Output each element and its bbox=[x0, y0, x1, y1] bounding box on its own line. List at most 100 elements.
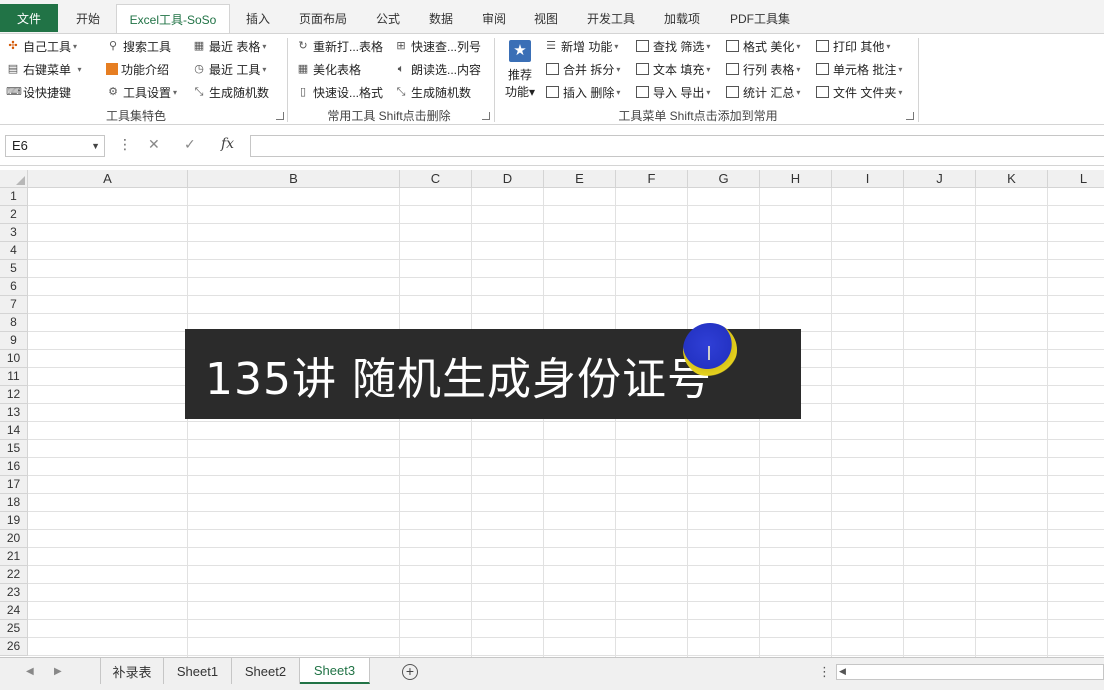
tab-home[interactable]: 开始 bbox=[62, 4, 114, 32]
chevron-down-icon[interactable]: ▼ bbox=[91, 136, 100, 156]
find-filter-menu[interactable]: 查找 筛选 ▾ bbox=[636, 36, 710, 56]
row-header-17[interactable]: 17 bbox=[0, 476, 28, 494]
tab-excel-tools-soso[interactable]: Excel工具-SoSo bbox=[116, 4, 230, 33]
row-header-7[interactable]: 7 bbox=[0, 296, 28, 314]
row-header-10[interactable]: 10 bbox=[0, 350, 28, 368]
split-handle-icon[interactable]: ⋮ bbox=[818, 664, 831, 680]
search-tools-button[interactable]: ⚲ 搜索工具 bbox=[106, 36, 171, 56]
row-header-14[interactable]: 14 bbox=[0, 422, 28, 440]
row-header-24[interactable]: 24 bbox=[0, 602, 28, 620]
select-all-corner[interactable] bbox=[0, 170, 28, 188]
row-header-8[interactable]: 8 bbox=[0, 314, 28, 332]
add-feature-menu[interactable]: ☰ 新增 功能 ▾ bbox=[544, 36, 618, 56]
set-shortcut-button[interactable]: ⌨ 设快捷键 bbox=[6, 82, 71, 102]
tab-formulas[interactable]: 公式 bbox=[364, 4, 412, 32]
sheet-tab-sheet3[interactable]: Sheet3 bbox=[300, 658, 370, 684]
row-header-12[interactable]: 12 bbox=[0, 386, 28, 404]
row-header-13[interactable]: 13 bbox=[0, 404, 28, 422]
row-header-21[interactable]: 21 bbox=[0, 548, 28, 566]
row-header-26[interactable]: 26 bbox=[0, 638, 28, 656]
column-header-c[interactable]: C bbox=[400, 170, 472, 188]
tab-view[interactable]: 视图 bbox=[522, 4, 570, 32]
random-number-button[interactable]: ⤡ 生成随机数 bbox=[192, 82, 269, 102]
row-header-22[interactable]: 22 bbox=[0, 566, 28, 584]
tab-pdf-tools[interactable]: PDF工具集 bbox=[720, 4, 800, 32]
feature-intro-button[interactable]: 功能介绍 bbox=[106, 59, 169, 79]
row-header-25[interactable]: 25 bbox=[0, 620, 28, 638]
row-header-15[interactable]: 15 bbox=[0, 440, 28, 458]
add-sheet-button[interactable]: + bbox=[402, 664, 418, 680]
tab-review[interactable]: 审阅 bbox=[470, 4, 518, 32]
sheet-tab-sheet2[interactable]: Sheet2 bbox=[232, 658, 300, 684]
row-header-4[interactable]: 4 bbox=[0, 242, 28, 260]
column-header-j[interactable]: J bbox=[904, 170, 976, 188]
horizontal-scrollbar[interactable]: ◀ bbox=[836, 664, 1104, 680]
row-header-1[interactable]: 1 bbox=[0, 188, 28, 206]
row-header-6[interactable]: 6 bbox=[0, 278, 28, 296]
row-header-23[interactable]: 23 bbox=[0, 584, 28, 602]
row-header-20[interactable]: 20 bbox=[0, 530, 28, 548]
row-header-18[interactable]: 18 bbox=[0, 494, 28, 512]
dialog-launcher-icon[interactable] bbox=[482, 112, 490, 120]
quick-format-button[interactable]: ▯ 快速设...格式 bbox=[296, 82, 383, 102]
row-header-9[interactable]: 9 bbox=[0, 332, 28, 350]
column-header-f[interactable]: F bbox=[616, 170, 688, 188]
row-header-16[interactable]: 16 bbox=[0, 458, 28, 476]
insert-function-icon[interactable]: fx bbox=[221, 136, 234, 152]
tab-insert[interactable]: 插入 bbox=[234, 4, 282, 32]
dialog-launcher-icon[interactable] bbox=[276, 112, 284, 120]
read-aloud-button[interactable]: 🔈︎ 朗读选...内容 bbox=[394, 59, 481, 79]
column-header-k[interactable]: K bbox=[976, 170, 1048, 188]
merge-split-menu[interactable]: 合并 拆分 ▾ bbox=[546, 59, 620, 79]
row-header-11[interactable]: 11 bbox=[0, 368, 28, 386]
column-header-i[interactable]: I bbox=[832, 170, 904, 188]
my-tools-button[interactable]: ✣ 自己工具 ▾ bbox=[6, 36, 77, 56]
column-header-e[interactable]: E bbox=[544, 170, 616, 188]
tab-developer[interactable]: 开发工具 bbox=[578, 4, 644, 32]
column-header-d[interactable]: D bbox=[472, 170, 544, 188]
insert-delete-menu[interactable]: 插入 删除 ▾ bbox=[546, 82, 620, 102]
text-fill-menu[interactable]: 文本 填充 ▾ bbox=[636, 59, 710, 79]
cancel-icon[interactable]: ✕ bbox=[148, 136, 160, 153]
tab-file[interactable]: 文件 bbox=[0, 4, 58, 32]
quick-lookup-button[interactable]: ⊞ 快速查...列号 bbox=[394, 36, 481, 56]
formula-input[interactable] bbox=[250, 135, 1104, 157]
scroll-left-icon[interactable]: ◀ bbox=[839, 666, 846, 677]
text-cursor-icon bbox=[708, 346, 710, 360]
row-header-2[interactable]: 2 bbox=[0, 206, 28, 224]
tool-settings-button[interactable]: ⚙ 工具设置 ▾ bbox=[106, 82, 177, 102]
reopen-table-button[interactable]: ↻ 重新打...表格 bbox=[296, 36, 383, 56]
row-col-table-menu[interactable]: 行列 表格 ▾ bbox=[726, 59, 800, 79]
file-folder-menu[interactable]: 文件 文件夹 ▾ bbox=[816, 82, 902, 102]
beautify-table-button[interactable]: ▦ 美化表格 bbox=[296, 59, 361, 79]
column-header-h[interactable]: H bbox=[760, 170, 832, 188]
tab-data[interactable]: 数据 bbox=[416, 4, 466, 32]
name-box[interactable]: E6 ▼ bbox=[5, 135, 105, 157]
print-other-menu[interactable]: 打印 其他 ▾ bbox=[816, 36, 890, 56]
dialog-launcher-icon[interactable] bbox=[906, 112, 914, 120]
sheet-tab-sheet1[interactable]: Sheet1 bbox=[164, 658, 232, 684]
random-number-button-2[interactable]: ⤡ 生成随机数 bbox=[394, 82, 471, 102]
column-header-a[interactable]: A bbox=[28, 170, 188, 188]
column-header-g[interactable]: G bbox=[688, 170, 760, 188]
column-header-b[interactable]: B bbox=[188, 170, 400, 188]
prev-sheet-icon[interactable]: ◀ bbox=[26, 666, 34, 677]
recent-tables-button[interactable]: ▦ 最近 表格 ▾ bbox=[192, 36, 267, 56]
stats-summary-menu[interactable]: 统计 汇总 ▾ bbox=[726, 82, 800, 102]
recommended-features-button[interactable]: ★ 推荐 功能▾ bbox=[502, 38, 538, 104]
next-sheet-icon[interactable]: ▶ bbox=[54, 666, 62, 677]
tab-addins[interactable]: 加载项 bbox=[652, 4, 712, 32]
format-beautify-menu[interactable]: 格式 美化 ▾ bbox=[726, 36, 800, 56]
row-header-5[interactable]: 5 bbox=[0, 260, 28, 278]
cell-comment-menu[interactable]: 单元格 批注 ▾ bbox=[816, 59, 902, 79]
import-export-menu[interactable]: 导入 导出 ▾ bbox=[636, 82, 710, 102]
row-header-3[interactable]: 3 bbox=[0, 224, 28, 242]
tab-page-layout[interactable]: 页面布局 bbox=[290, 4, 356, 32]
sheet-tab-supplement[interactable]: 补录表 bbox=[100, 658, 164, 684]
recent-tools-button[interactable]: ◷ 最近 工具 ▾ bbox=[192, 59, 266, 79]
context-menu-button[interactable]: ▤ 右键菜单 ▾ bbox=[6, 59, 82, 79]
more-options-icon[interactable]: ⋮ bbox=[118, 136, 132, 153]
column-header-l[interactable]: L bbox=[1048, 170, 1104, 188]
enter-icon[interactable]: ✓ bbox=[184, 136, 196, 153]
row-header-19[interactable]: 19 bbox=[0, 512, 28, 530]
